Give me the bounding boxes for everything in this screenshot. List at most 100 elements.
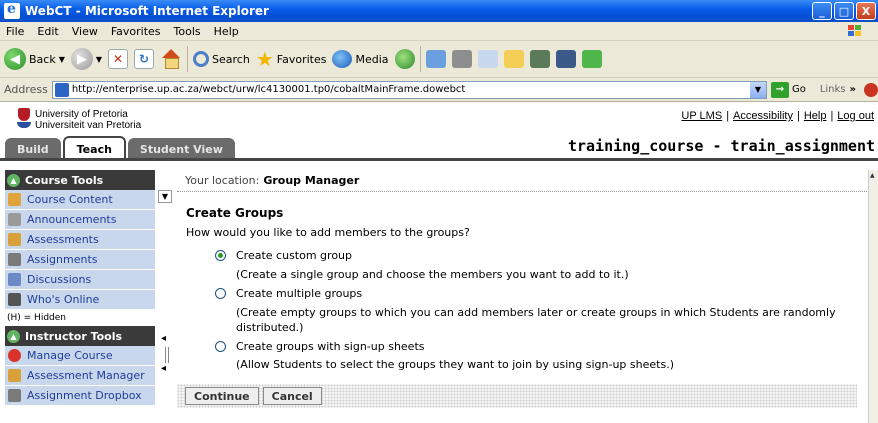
menu-file[interactable]: File [6, 25, 24, 38]
sidebar-item-label: Assessment Manager [27, 369, 145, 382]
radio-custom-group[interactable] [215, 250, 226, 261]
cancel-button[interactable]: Cancel [262, 387, 322, 405]
page-icon [54, 82, 69, 97]
chevron-down-icon[interactable]: ▼ [749, 81, 766, 98]
maximize-button[interactable]: □ [834, 2, 854, 20]
sidebar-item-assignment-dropbox[interactable]: Assignment Dropbox [5, 386, 155, 406]
option-custom-group[interactable]: Create custom group [215, 249, 352, 262]
course-tools-title: Course Tools [25, 173, 104, 187]
go-label: Go [791, 84, 806, 95]
window-title: WebCT - Microsoft Internet Explorer [25, 4, 269, 18]
option-label: Create custom group [236, 249, 352, 262]
breadcrumb: Your location: Group Manager [177, 170, 867, 192]
megaphone-icon [8, 213, 21, 226]
folder-icon[interactable] [503, 50, 524, 68]
assignment-icon [8, 253, 21, 266]
menu-bar: File Edit View Favorites Tools Help [0, 22, 878, 41]
instructor-tools-title: Instructor Tools [25, 329, 123, 343]
menu-view[interactable]: View [72, 25, 98, 38]
address-label: Address [4, 83, 48, 96]
browser-toolbar: ◀ Back ▼ ▶ ▼ ✕ ↻ Search ★ Favorites Medi… [0, 41, 878, 78]
messenger-icon[interactable] [581, 50, 602, 68]
windows-logo-icon [845, 23, 863, 39]
option-description: (Create a single group and choose the me… [236, 268, 629, 281]
media-button[interactable]: Media [332, 50, 389, 68]
back-button[interactable]: ◀ Back ▼ [4, 48, 65, 70]
links-button[interactable]: Links » [820, 82, 878, 97]
continue-button[interactable]: Continue [185, 387, 259, 405]
chevron-down-icon[interactable]: ▼ [96, 55, 102, 64]
sidebar-item-course-content[interactable]: Course Content [5, 190, 155, 210]
logout-link[interactable]: Log out [837, 110, 874, 122]
toolbar-addon-icon[interactable] [864, 82, 878, 97]
edit-icon[interactable] [477, 50, 498, 68]
option-signup-sheets[interactable]: Create groups with sign-up sheets [215, 340, 425, 353]
search-label: Search [212, 52, 250, 66]
stop-icon[interactable]: ✕ [108, 49, 129, 69]
links-chevron-icon: » [849, 84, 856, 95]
sidebar: ▲ Course Tools Course Content Announceme… [5, 170, 155, 423]
sidebar-item-assessments[interactable]: Assessments [5, 230, 155, 250]
close-button[interactable]: X [856, 2, 876, 20]
media-label: Media [355, 52, 389, 66]
sidebar-item-announcements[interactable]: Announcements [5, 210, 155, 230]
research-icon[interactable] [529, 50, 550, 68]
history-icon[interactable] [394, 49, 415, 69]
sidebar-item-label: Who's Online [27, 293, 100, 306]
sidebar-item-assignments[interactable]: Assignments [5, 250, 155, 270]
print-icon[interactable] [451, 50, 472, 68]
search-button[interactable]: Search [193, 51, 250, 67]
home-icon [8, 193, 21, 206]
menu-tools[interactable]: Tools [174, 25, 201, 38]
mail-icon[interactable] [425, 50, 446, 68]
sidebar-item-discussions[interactable]: Discussions [5, 270, 155, 290]
frame-splitter-handle[interactable] [161, 333, 170, 377]
webct-header: University of Pretoria Universiteit van … [0, 103, 878, 161]
sidebar-item-assessment-manager[interactable]: Assessment Manager [5, 366, 155, 386]
favorites-label: Favorites [276, 52, 327, 66]
up-lms-link[interactable]: UP LMS [681, 110, 722, 122]
sidebar-item-label: Discussions [27, 273, 92, 286]
refresh-icon[interactable]: ↻ [134, 49, 155, 69]
back-label: Back [29, 52, 56, 66]
address-input[interactable]: http://enterprise.up.ac.za/webct/urw/lc4… [51, 80, 767, 99]
help-link[interactable]: Help [804, 110, 827, 122]
ie-icon [4, 1, 20, 19]
window-controls: _ □ X [812, 2, 876, 20]
option-multiple-groups[interactable]: Create multiple groups [215, 287, 362, 300]
address-url[interactable]: http://enterprise.up.ac.za/webct/urw/lc4… [72, 84, 466, 95]
media-icon [332, 50, 353, 68]
vertical-scrollbar[interactable] [868, 170, 878, 423]
instructor-tools-header[interactable]: ▲ Instructor Tools [5, 326, 155, 346]
go-arrow-icon: → [770, 81, 789, 98]
sidebar-item-manage-course[interactable]: Manage Course [5, 346, 155, 366]
menu-help[interactable]: Help [214, 25, 239, 38]
menu-edit[interactable]: Edit [37, 25, 58, 38]
course-tools-header[interactable]: ▲ Course Tools [5, 170, 155, 190]
accessibility-link[interactable]: Accessibility [733, 110, 793, 122]
menu-favorites[interactable]: Favorites [111, 25, 161, 38]
home-icon[interactable] [160, 49, 182, 69]
sidebar-item-whos-online[interactable]: Who's Online [5, 290, 155, 310]
university-name-af: Universiteit van Pretoria [35, 120, 142, 131]
dropbox-icon [8, 389, 21, 402]
forward-button[interactable]: ▶ ▼ [70, 48, 102, 70]
favorites-star-icon: ★ [255, 47, 274, 71]
window-titlebar: WebCT - Microsoft Internet Explorer _ □ … [0, 0, 878, 22]
address-bar: Address http://enterprise.up.ac.za/webct… [0, 78, 878, 102]
messenger-window-icon[interactable] [555, 50, 576, 68]
option-label: Create multiple groups [236, 287, 363, 300]
go-button[interactable]: → Go [770, 81, 806, 98]
minimize-button[interactable]: _ [812, 2, 832, 20]
chevron-down-icon[interactable]: ▼ [59, 55, 65, 64]
radio-multiple-groups[interactable] [215, 288, 226, 299]
favorites-button[interactable]: ★ Favorites [256, 49, 327, 69]
radio-signup-sheets[interactable] [215, 341, 226, 352]
sidebar-scroll-icon[interactable]: ▼ [158, 190, 172, 203]
university-name: University of Pretoria Universiteit van … [35, 109, 141, 131]
back-arrow-icon: ◀ [4, 48, 26, 70]
location-label: Your location: [185, 174, 260, 187]
button-bar: Continue Cancel [177, 384, 857, 408]
sidebar-item-label: Assessments [27, 233, 99, 246]
toolbar-divider [187, 46, 189, 72]
